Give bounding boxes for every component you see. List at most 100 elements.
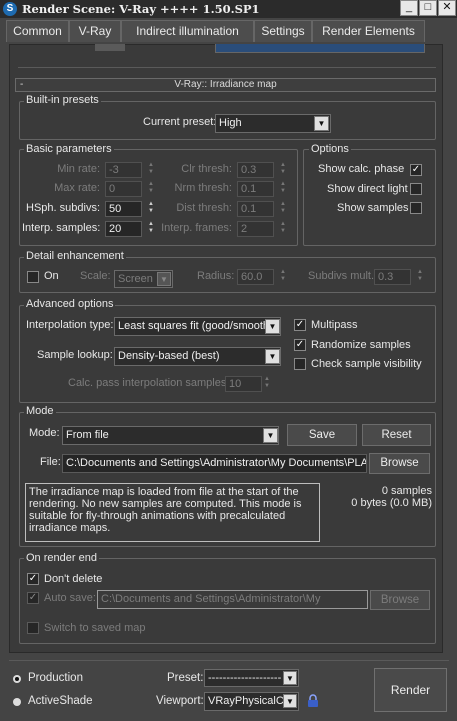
tab-render-elements[interactable]: Render Elements <box>312 20 425 42</box>
min-rate-spinner[interactable]: ▲ ▼ <box>146 162 156 178</box>
subdivs-mult-field[interactable]: 0.3 <box>374 269 411 285</box>
interpolation-type-label: Interpolation type: <box>26 319 114 331</box>
interp-frames-spinner[interactable]: ▲ ▼ <box>278 221 288 237</box>
render-button[interactable]: Render <box>374 668 447 712</box>
tab-common[interactable]: Common <box>6 20 69 42</box>
chevron-down-icon[interactable]: ▼ <box>265 319 280 334</box>
current-preset-label: Current preset: <box>143 116 217 128</box>
chevron-down-icon[interactable]: ▼ <box>314 116 329 131</box>
randomize-samples-checkbox[interactable]: ✓ <box>294 339 306 351</box>
sample-lookup-dropdown[interactable]: Density-based (best) <box>114 347 281 366</box>
close-button[interactable]: ✕ <box>438 0 456 16</box>
advanced-options-title: Advanced options <box>24 298 116 310</box>
window-title: Render Scene: V-Ray ++++ 1.50.SP1 <box>22 2 260 16</box>
activeshade-radio[interactable] <box>13 698 21 706</box>
radius-label: Radius: <box>197 270 235 282</box>
show-direct-light-label: Show direct light <box>327 183 408 195</box>
clr-thresh-field[interactable]: 0.3 <box>237 162 274 178</box>
browse-button[interactable]: Browse <box>369 453 430 474</box>
rollout-header[interactable]: - V-Ray:: Irradiance map <box>15 78 436 92</box>
min-rate-field[interactable]: -3 <box>105 162 142 178</box>
min-rate-label: Min rate: <box>57 163 100 175</box>
chevron-down-icon[interactable]: ▼ <box>263 428 278 443</box>
switch-to-saved-map-label: Switch to saved map <box>44 622 146 634</box>
calc-pass-label: Calc. pass interpolation samples: <box>68 377 230 389</box>
switch-to-saved-map-checkbox[interactable] <box>27 622 39 634</box>
detail-enhancement-title: Detail enhancement <box>24 250 126 262</box>
detail-on-label: On <box>44 270 59 282</box>
calc-pass-field[interactable]: 10 <box>225 376 262 392</box>
radius-field[interactable]: 60.0 <box>237 269 274 285</box>
show-calc-phase-label: Show calc. phase <box>318 163 405 175</box>
save-button[interactable]: Save <box>287 424 357 446</box>
activeshade-label: ActiveShade <box>28 695 93 707</box>
mode-dropdown[interactable]: From file <box>62 426 279 445</box>
chevron-down-icon[interactable]: ▼ <box>265 349 280 364</box>
dist-thresh-label: Dist thresh: <box>176 202 232 214</box>
interp-frames-label: Interp. frames: <box>161 222 232 234</box>
collapse-icon: - <box>20 79 24 90</box>
chevron-down-icon[interactable]: ▼ <box>283 671 297 685</box>
file-path-field[interactable]: C:\Documents and Settings\Administrator\… <box>62 454 367 473</box>
interp-samples-field[interactable]: 20 <box>105 221 142 237</box>
auto-save-path-field[interactable]: C:\Documents and Settings\Administrator\… <box>97 590 368 609</box>
auto-save-checkbox[interactable]: ✓ <box>27 592 39 604</box>
hsph-subdivs-label: HSph. subdivs: <box>26 202 100 214</box>
dist-thresh-spinner[interactable]: ▲ ▼ <box>278 201 288 217</box>
show-direct-light-checkbox[interactable] <box>410 183 422 195</box>
maximize-button[interactable]: □ <box>419 0 437 16</box>
check-sample-visibility-checkbox[interactable] <box>294 358 306 370</box>
reset-button[interactable]: Reset <box>362 424 431 446</box>
production-label: Production <box>28 672 83 684</box>
builtin-presets-title: Built-in presets <box>24 94 101 106</box>
dist-thresh-field[interactable]: 0.1 <box>237 201 274 217</box>
basic-parameters-title: Basic parameters <box>24 143 114 155</box>
preset-value: -------------------- <box>208 672 282 684</box>
auto-save-browse-button[interactable]: Browse <box>370 590 430 610</box>
hsph-subdivs-field[interactable]: 50 <box>105 201 142 217</box>
minimize-button[interactable]: _ <box>400 0 418 16</box>
lock-icon[interactable] <box>307 694 319 708</box>
interp-samples-label: Interp. samples: <box>22 222 101 234</box>
nrm-thresh-spinner[interactable]: ▲ ▼ <box>278 181 288 197</box>
show-samples-checkbox[interactable] <box>410 202 422 214</box>
file-label: File: <box>40 456 61 468</box>
options-title: Options <box>309 143 351 155</box>
radius-spinner[interactable]: ▲ ▼ <box>278 269 288 285</box>
clr-thresh-label: Clr thresh: <box>181 163 232 175</box>
show-calc-phase-checkbox[interactable]: ✓ <box>410 164 422 176</box>
tab-vray[interactable]: V-Ray <box>69 20 121 42</box>
subdivs-mult-spinner[interactable]: ▲ ▼ <box>415 269 425 285</box>
max-rate-spinner[interactable]: ▲ ▼ <box>146 181 156 197</box>
sample-lookup-value: Density-based (best) <box>118 350 220 362</box>
hsph-subdivs-spinner[interactable]: ▲ ▼ <box>146 201 156 217</box>
production-radio[interactable] <box>13 675 21 683</box>
rollout-title: V-Ray:: Irradiance map <box>174 79 277 90</box>
dont-delete-checkbox[interactable]: ✓ <box>27 573 39 585</box>
on-render-end-title: On render end <box>24 552 99 564</box>
sample-lookup-label: Sample lookup: <box>37 349 113 361</box>
samples-count: 0 samples <box>381 485 432 497</box>
title-bar[interactable]: S Render Scene: V-Ray ++++ 1.50.SP1 <box>0 0 457 18</box>
max-rate-field[interactable]: 0 <box>105 181 142 197</box>
multipass-label: Multipass <box>311 319 358 331</box>
chevron-down-icon[interactable]: ▼ <box>157 272 171 286</box>
chevron-down-icon[interactable]: ▼ <box>283 694 297 708</box>
auto-save-label: Auto save: <box>44 592 96 604</box>
dont-delete-label: Don't delete <box>44 573 103 585</box>
calc-pass-spinner[interactable]: ▲ ▼ <box>262 376 272 392</box>
check-sample-visibility-label: Check sample visibility <box>311 358 422 370</box>
tab-indirect-illumination[interactable]: Indirect illumination <box>121 20 254 42</box>
viewport-value: VRayPhysicalCa <box>208 695 290 707</box>
nrm-thresh-label: Nrm thresh: <box>174 182 232 194</box>
tab-settings[interactable]: Settings <box>254 20 312 42</box>
multipass-checkbox[interactable]: ✓ <box>294 319 306 331</box>
nrm-thresh-field[interactable]: 0.1 <box>237 181 274 197</box>
divider <box>18 67 436 68</box>
interpolation-type-dropdown[interactable]: Least squares fit (good/smooth) <box>114 317 281 336</box>
detail-on-checkbox[interactable] <box>27 271 39 283</box>
interp-frames-field[interactable]: 2 <box>237 221 274 237</box>
current-preset-value: High <box>219 117 242 129</box>
clr-thresh-spinner[interactable]: ▲ ▼ <box>278 162 288 178</box>
max-rate-label: Max rate: <box>54 182 100 194</box>
